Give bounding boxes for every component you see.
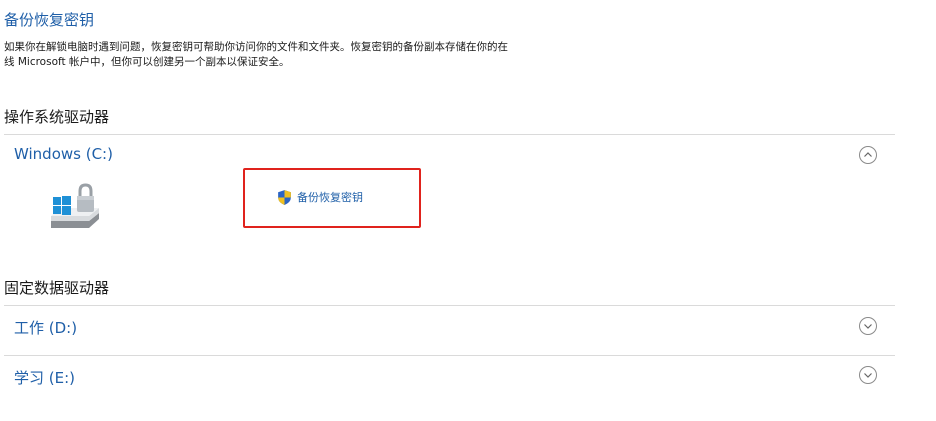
- description-line-2: 线 Microsoft 帐户中，但你可以创建另一个副本以保证安全。: [4, 56, 290, 68]
- divider: [4, 134, 895, 135]
- drive-d-name[interactable]: 工作 (D:): [14, 317, 77, 338]
- page-description: 如果你在解锁电脑时遇到问题，恢复密钥可帮助你访问你的文件和文件夹。恢复密钥的备份…: [4, 40, 644, 70]
- page-title: 备份恢复密钥: [4, 11, 95, 29]
- drive-e-name[interactable]: 学习 (E:): [14, 367, 75, 388]
- data-drives-heading: 固定数据驱动器: [4, 279, 110, 297]
- backup-recovery-key-label: 备份恢复密钥: [297, 191, 363, 204]
- os-drives-heading: 操作系统驱动器: [4, 108, 110, 126]
- bitlocker-page: 备份恢复密钥 如果你在解锁电脑时遇到问题，恢复密钥可帮助你访问你的文件和文件夹。…: [0, 0, 936, 421]
- uac-shield-icon: [278, 189, 291, 205]
- description-line-1: 如果你在解锁电脑时遇到问题，恢复密钥可帮助你访问你的文件和文件夹。恢复密钥的备份…: [4, 41, 508, 53]
- backup-recovery-key-link[interactable]: 备份恢复密钥: [276, 187, 363, 207]
- drive-lock-icon: [51, 183, 99, 228]
- expand-d-button[interactable]: [859, 317, 877, 335]
- drive-c-name[interactable]: Windows (C:): [14, 145, 113, 163]
- divider: [4, 305, 895, 306]
- expand-e-button[interactable]: [859, 366, 877, 384]
- chevron-down-icon: [864, 324, 872, 329]
- chevron-down-icon: [864, 373, 872, 378]
- divider: [4, 355, 895, 356]
- collapse-c-button[interactable]: [859, 146, 877, 164]
- chevron-up-icon: [864, 152, 872, 157]
